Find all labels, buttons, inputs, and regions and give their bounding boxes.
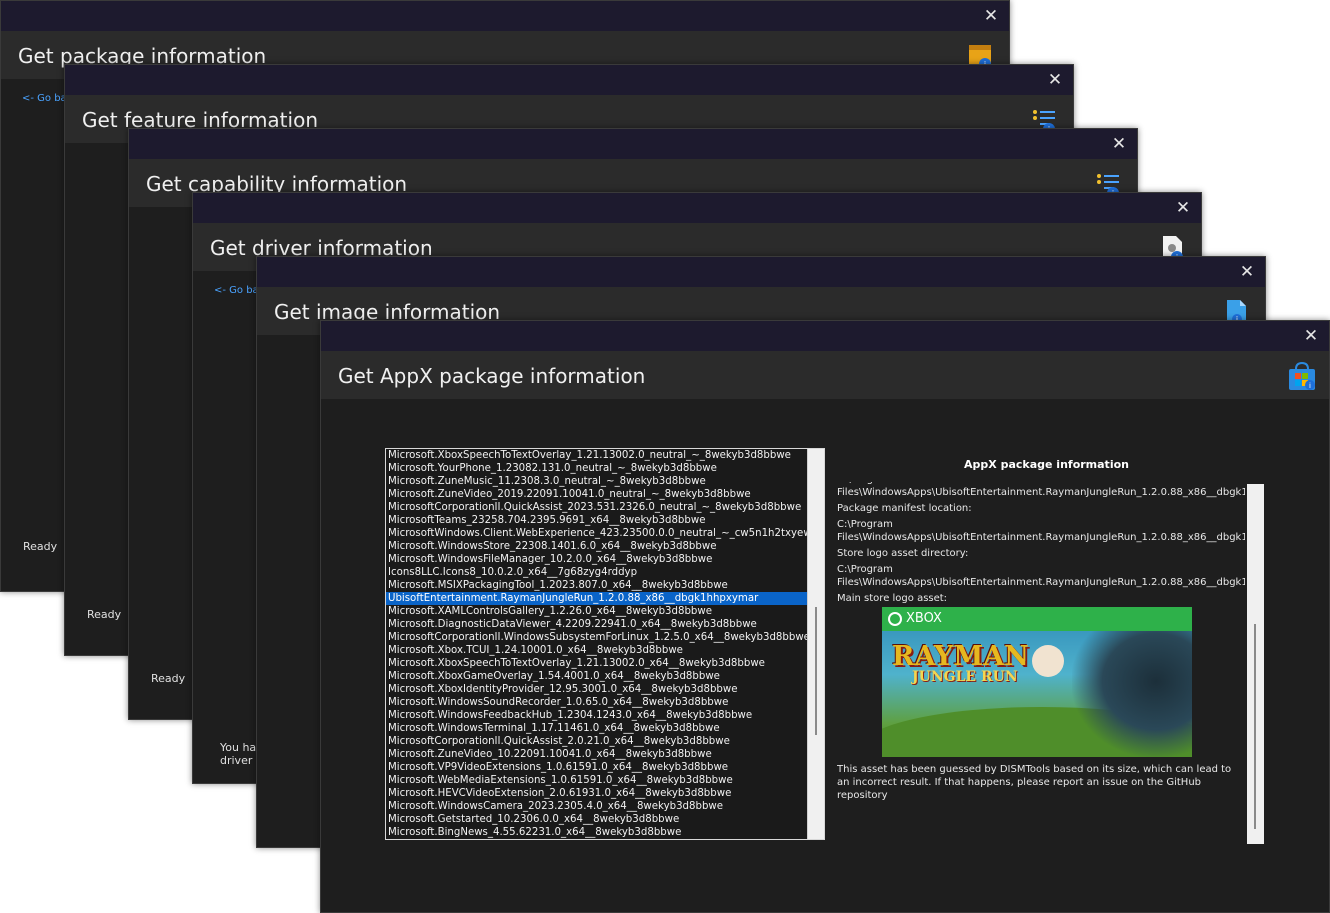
list-item[interactable]: Microsoft.VP9VideoExtensions_1.0.61591.0… [386, 761, 824, 774]
list-item[interactable]: Microsoft.ZuneVideo_10.22091.10041.0_x64… [386, 748, 824, 761]
list-item[interactable]: Microsoft.WindowsFileManager_10.2.0.0_x6… [386, 553, 824, 566]
info-content: C:\Program Files\WindowsApps\UbisoftEnte… [837, 482, 1245, 832]
manifest-location-value: C:\Program Files\WindowsApps\UbisoftEnte… [837, 519, 1245, 543]
close-button[interactable]: ✕ [1107, 132, 1131, 156]
close-button[interactable]: ✕ [1299, 324, 1323, 348]
xbox-icon [888, 612, 902, 626]
titlebar: ✕ [321, 321, 1329, 351]
list-item-selected[interactable]: UbisoftEntertainment.RaymanJungleRun_1.2… [386, 592, 824, 605]
info-scrollbar[interactable] [1247, 484, 1264, 844]
close-button[interactable]: ✕ [1043, 68, 1067, 92]
close-button[interactable]: ✕ [1235, 260, 1259, 284]
manifest-location-label: Package manifest location: [837, 503, 972, 514]
list-item[interactable]: Microsoft.ZuneMusic_11.2308.3.0_neutral_… [386, 475, 824, 488]
list-item[interactable]: MicrosoftTeams_23258.704.2395.9691_x64__… [386, 514, 824, 527]
close-button[interactable]: ✕ [1171, 196, 1195, 220]
status-label: Ready [87, 608, 122, 621]
list-item[interactable]: Microsoft.WindowsFeedbackHub_1.2304.1243… [386, 709, 824, 722]
list-item[interactable]: Microsoft.HEVCVideoExtension_2.0.61931.0… [386, 787, 824, 800]
list-item[interactable]: Microsoft.YourPhone_1.23082.131.0_neutra… [386, 462, 824, 475]
status-label: Ready [23, 540, 58, 553]
disclaimer-text: This asset has been guessed by DISMTools… [837, 764, 1232, 801]
list-item[interactable]: Microsoft.WindowsCamera_2023.2305.4.0_x6… [386, 800, 824, 813]
titlebar: ✕ [1, 1, 1009, 31]
list-item[interactable]: Microsoft.WindowsTerminal_1.17.11461.0_x… [386, 722, 824, 735]
header: Get AppX package information i [321, 351, 1329, 399]
character-graphic [1032, 645, 1064, 677]
list-item[interactable]: Icons8LLC.Icons8_10.0.2.0_x64__7g68zyg4r… [386, 566, 824, 579]
list-item[interactable]: Microsoft.BingNews_4.55.62231.0_x64__8we… [386, 826, 824, 839]
list-item[interactable]: MicrosoftCorporationII.QuickAssist_2023.… [386, 501, 824, 514]
main-logo-label: Main store logo asset: [837, 593, 948, 604]
list-item[interactable]: MicrosoftWindows.Client.WebExperience_42… [386, 527, 824, 540]
xbox-label: XBOX [906, 611, 942, 626]
logo-directory-label: Store logo asset directory: [837, 548, 969, 559]
list-item[interactable]: Microsoft.WindowsSoundRecorder_1.0.65.0_… [386, 696, 824, 709]
list-item[interactable]: Microsoft.DiagnosticDataViewer_4.2209.22… [386, 618, 824, 631]
list-item[interactable]: Microsoft.ZuneVideo_2019.22091.10041.0_n… [386, 488, 824, 501]
list-scrollbar[interactable] [807, 449, 824, 839]
store-logo-image: XBOX RAYMAN JUNGLE RUN [882, 607, 1192, 757]
titlebar: ✕ [129, 129, 1137, 159]
window-title: Get AppX package information [338, 364, 646, 388]
tree-graphic [1072, 631, 1192, 757]
appx-info-panel: AppX package information C:\Program File… [829, 448, 1266, 844]
scroll-thumb[interactable] [815, 607, 817, 735]
list-item[interactable]: Microsoft.XboxSpeechToTextOverlay_1.21.1… [386, 657, 824, 670]
logo-directory-value: C:\Program Files\WindowsApps\UbisoftEnte… [837, 564, 1245, 588]
list-item[interactable]: MicrosoftCorporationII.WindowsSubsystemF… [386, 631, 824, 644]
titlebar: ✕ [257, 257, 1265, 287]
titlebar: ✕ [65, 65, 1073, 95]
package-items: Microsoft.XboxSpeechToTextOverlay_1.21.1… [386, 449, 824, 839]
game-logo-title: RAYMAN [892, 641, 1029, 672]
list-item[interactable]: Microsoft.XboxGameOverlay_1.54.4001.0_x6… [386, 670, 824, 683]
list-item[interactable]: Microsoft.XAMLControlsGallery_1.2.26.0_x… [386, 605, 824, 618]
scroll-thumb[interactable] [1254, 624, 1256, 829]
appx-package-list[interactable]: Microsoft.XboxSpeechToTextOverlay_1.21.1… [385, 448, 825, 840]
status-label: Ready [151, 672, 186, 685]
list-item[interactable]: Microsoft.MSIXPackagingTool_1.2023.807.0… [386, 579, 824, 592]
close-button[interactable]: ✕ [979, 4, 1003, 28]
xbox-banner: XBOX [882, 607, 1192, 631]
install-location-value: C:\Program Files\WindowsApps\UbisoftEnte… [837, 482, 1245, 498]
list-item[interactable]: Microsoft.Getstarted_10.2306.0.0_x64__8w… [386, 813, 824, 826]
svg-text:i: i [1309, 382, 1311, 390]
game-logo-subtitle: JUNGLE RUN [912, 669, 1018, 685]
titlebar: ✕ [193, 193, 1201, 223]
list-item[interactable]: Microsoft.XboxIdentityProvider_12.95.300… [386, 683, 824, 696]
info-panel-title: AppX package information [964, 458, 1129, 471]
list-item[interactable]: Microsoft.WindowsStore_22308.1401.6.0_x6… [386, 540, 824, 553]
list-item[interactable]: Microsoft.XboxSpeechToTextOverlay_1.21.1… [386, 449, 824, 462]
list-item[interactable]: MicrosoftCorporationII.QuickAssist_2.0.2… [386, 735, 824, 748]
store-bag-icon: i [1289, 361, 1315, 390]
list-item[interactable]: Microsoft.Xbox.TCUI_1.24.10001.0_x64__8w… [386, 644, 824, 657]
list-item[interactable]: Microsoft.WebMediaExtensions_1.0.61591.0… [386, 774, 824, 787]
window-appx-info: ✕ Get AppX package information i Microso… [320, 320, 1330, 913]
